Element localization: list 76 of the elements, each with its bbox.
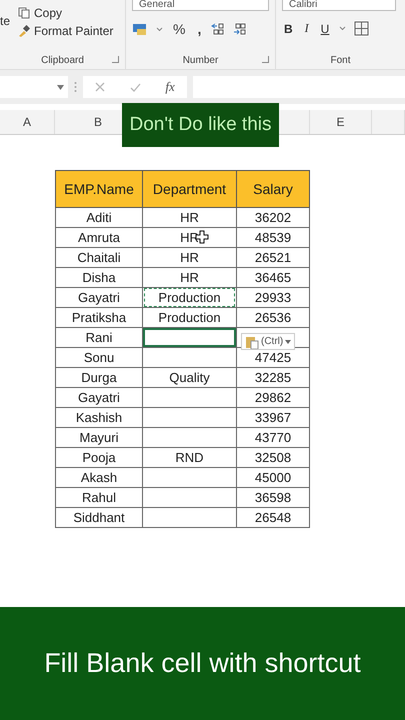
percent-button[interactable]: % — [171, 21, 188, 37]
table-cell: Aditi — [56, 208, 142, 228]
table-cell: RND — [142, 448, 236, 468]
header-cell: Department — [142, 170, 236, 208]
table-cell: Quality — [142, 368, 236, 388]
format-painter-button[interactable]: Format Painter — [16, 24, 116, 38]
table-cell: Mayuri — [56, 428, 142, 448]
table-cell: Rani — [56, 328, 142, 348]
cancel-icon[interactable] — [95, 82, 106, 92]
checkmark-icon[interactable] — [130, 82, 141, 92]
table-cell: Gayatri — [56, 388, 142, 408]
table-cell: Sonu — [56, 348, 142, 368]
table-cell: 36202 — [236, 208, 310, 228]
caption: Don't Do like this — [122, 103, 279, 147]
table-cell: Amruta — [56, 228, 142, 248]
copy-button[interactable]: Copy — [16, 6, 116, 20]
header-cell: Salary — [236, 170, 310, 208]
banner-text: Fill Blank cell with shortcut — [44, 648, 361, 679]
table-cell: 48539 — [236, 228, 310, 248]
caret-icon[interactable] — [57, 84, 64, 90]
group-label: Clipboard — [41, 54, 84, 66]
paste-label[interactable]: te — [0, 14, 10, 51]
clipboard-icon — [245, 334, 259, 348]
table-cell: Kashish — [56, 408, 142, 428]
table-cell: Durga — [56, 368, 142, 388]
table-cell: 26521 — [236, 248, 310, 268]
column-header[interactable]: B — [94, 115, 102, 129]
underline-button[interactable]: U — [318, 22, 332, 36]
column-header[interactable]: A — [22, 115, 31, 129]
bold-button[interactable]: B — [282, 22, 295, 36]
table-cell: 29862 — [236, 388, 310, 408]
table-cell: Akash — [56, 468, 142, 488]
table-cell: 26548 — [236, 508, 310, 528]
column-header[interactable]: E — [336, 115, 344, 129]
table-cell: HR — [142, 208, 236, 228]
table-cell: Pooja — [56, 448, 142, 468]
paste-options-button[interactable]: (Ctrl) — [241, 333, 296, 350]
paintbrush-icon — [18, 25, 30, 37]
table-cell: Pratiksha — [56, 308, 142, 328]
table-cell: 36465 — [236, 268, 310, 288]
table-cell: Chaitali — [56, 248, 142, 268]
group-label: Number — [182, 54, 218, 66]
table-cell: 43770 — [236, 428, 310, 448]
table-cell: Rahul — [56, 488, 142, 508]
group-label: Font — [330, 54, 350, 66]
table-cell: Gayatri — [56, 288, 142, 308]
table-cell: 29933 — [236, 288, 310, 308]
table-cell: 45000 — [236, 468, 310, 488]
table-cell: Disha — [56, 268, 142, 288]
insert-function-button[interactable]: fx — [165, 79, 175, 95]
copy-icon — [18, 7, 30, 19]
table-cell: 36598 — [236, 488, 310, 508]
caret-icon[interactable] — [339, 26, 346, 31]
comma-button[interactable]: , — [195, 21, 204, 37]
table-cell: 32508 — [236, 448, 310, 468]
table-cell: Siddhant — [56, 508, 142, 528]
caret-icon[interactable] — [156, 26, 163, 32]
table-cell: Production — [142, 288, 236, 308]
dialog-launcher-icon[interactable] — [262, 56, 269, 63]
table-cell: HR — [142, 268, 236, 288]
table-cell: HR — [142, 248, 236, 268]
italic-button[interactable]: I — [302, 21, 311, 36]
increase-decimal-icon[interactable] — [211, 23, 226, 35]
table-cell: Production — [142, 308, 236, 328]
currency-icon[interactable] — [132, 22, 148, 36]
dialog-launcher-icon[interactable] — [112, 56, 119, 63]
table-cell: 32285 — [236, 368, 310, 388]
borders-icon[interactable] — [354, 21, 370, 36]
number-format-dropdown[interactable]: General — [132, 0, 269, 11]
caret-icon — [285, 340, 292, 344]
table-cell: 33967 — [236, 408, 310, 428]
drag-handle-icon[interactable] — [74, 81, 77, 93]
table-cell: 26536 — [236, 308, 310, 328]
header-cell: EMP.Name — [56, 170, 142, 208]
decrease-decimal-icon[interactable] — [233, 23, 248, 35]
font-name-dropdown[interactable]: Calibri — [282, 0, 396, 11]
